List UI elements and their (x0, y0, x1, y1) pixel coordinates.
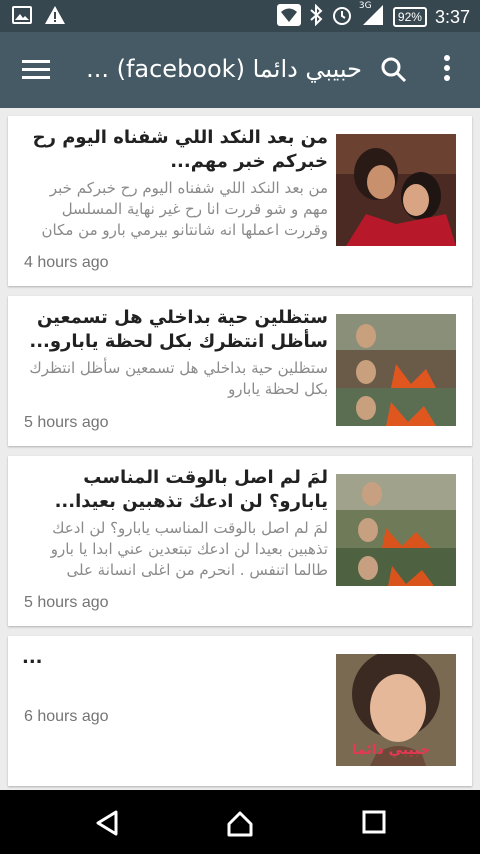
wifi-icon (276, 4, 301, 30)
thumbnail-caption: حبيبي دائما (351, 742, 430, 758)
search-icon[interactable] (380, 56, 408, 88)
recents-icon[interactable] (362, 810, 386, 838)
warning-icon (44, 5, 66, 29)
post-time: 6 hours ago (24, 708, 109, 725)
menu-icon[interactable] (22, 58, 50, 84)
battery-indicator: 92% (392, 7, 427, 27)
post-headline: ... (22, 647, 43, 668)
post-thumbnail (336, 314, 456, 426)
post-headline: من بعد النكد اللي شفناه اليوم رح خبركم خ… (32, 127, 328, 172)
alarm-icon (331, 4, 353, 30)
clock: 3:37 (434, 6, 470, 27)
post-snippet: من بعد النكد اللي شفناه اليوم رح خبركم خ… (41, 179, 329, 239)
post-headline: لمَ لم اصل بالوقت المناسب يابارو؟ لن ادع… (54, 467, 328, 512)
back-icon[interactable] (94, 810, 120, 840)
post-text: لمَ لم اصل بالوقت المناسب يابارو؟ لن ادع… (22, 466, 328, 581)
signal-icon: 3G (359, 1, 385, 30)
page-title: حبيبي دائما (facebook) ... (86, 55, 362, 83)
post-snippet: لمَ لم اصل بالوقت المناسب يابارو؟ لن ادع… (50, 519, 328, 579)
status-bar: 3G 92% 3:37 (0, 0, 480, 32)
image-icon (12, 5, 32, 29)
post-snippet: ستظلين حية بداخلي هل تسمعين سأظل انتظرك … (29, 359, 328, 398)
post-time: 4 hours ago (24, 254, 109, 271)
more-vert-icon[interactable] (442, 54, 452, 86)
system-nav-bar (0, 790, 480, 854)
post-card[interactable]: لمَ لم اصل بالوقت المناسب يابارو؟ لن ادع… (8, 456, 472, 626)
post-text: ... (22, 646, 328, 670)
home-icon[interactable] (226, 810, 254, 842)
post-time: 5 hours ago (24, 594, 109, 611)
post-thumbnail: حبيبي دائما (336, 654, 456, 766)
post-thumbnail (336, 134, 456, 246)
post-time: 5 hours ago (24, 414, 109, 431)
post-text: من بعد النكد اللي شفناه اليوم رح خبركم خ… (22, 126, 328, 241)
post-text: ستظلين حية بداخلي هل تسمعين سأظل انتظرك … (22, 306, 328, 400)
post-card[interactable]: حبيبي دائما ... 6 hours ago (8, 636, 472, 786)
post-card[interactable]: ستظلين حية بداخلي هل تسمعين سأظل انتظرك … (8, 296, 472, 446)
post-thumbnail (336, 474, 456, 586)
bluetooth-icon (309, 3, 323, 30)
app-bar: حبيبي دائما (facebook) ... (0, 32, 480, 108)
post-card[interactable]: من بعد النكد اللي شفناه اليوم رح خبركم خ… (8, 116, 472, 286)
post-headline: ستظلين حية بداخلي هل تسمعين سأظل انتظرك … (29, 307, 328, 352)
